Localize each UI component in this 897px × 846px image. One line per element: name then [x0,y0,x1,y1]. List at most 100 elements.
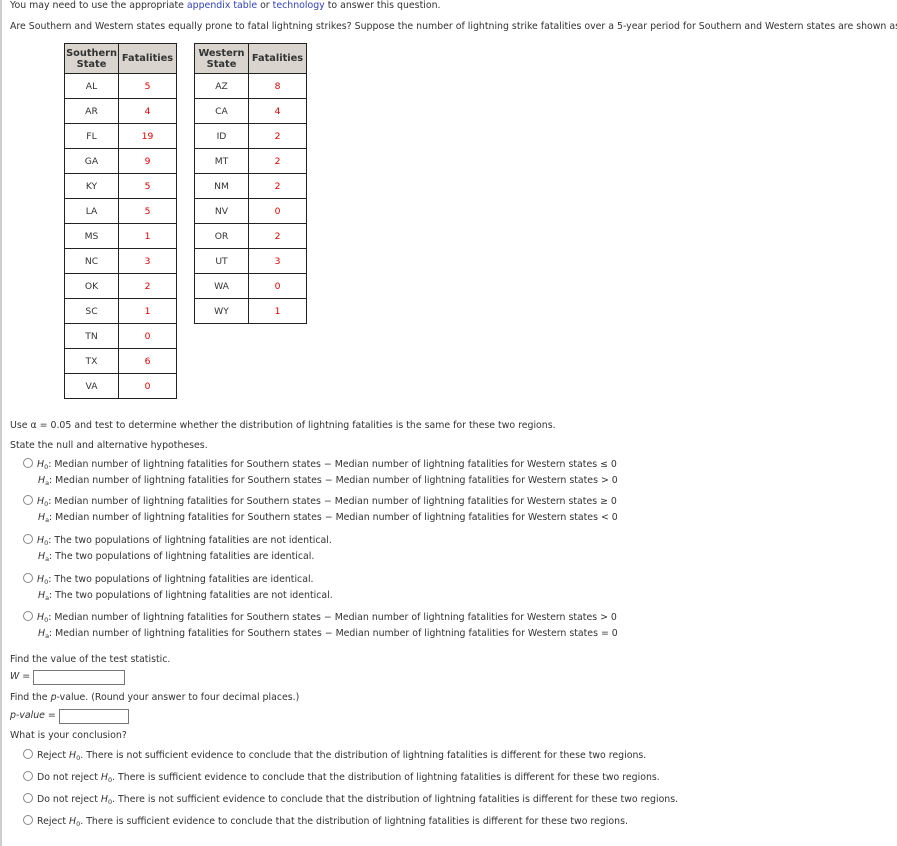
fatalities-cell: 8 [248,73,307,99]
ha-text: : Median number of lightning fatalities … [49,628,618,639]
conclusion-option[interactable]: Do not reject H0. There is sufficient ev… [23,771,660,784]
ha-text: : The two populations of lightning fatal… [49,551,315,562]
table-row: OR 2 [194,223,307,249]
conclusion-option[interactable]: Reject H0. There is not sufficient evide… [23,749,646,762]
fatalities-cell: 5 [118,73,177,99]
state-cell: MS [64,223,119,249]
state-cell: WA [194,273,249,299]
radio-button[interactable] [23,771,33,781]
fatalities-cell: 3 [248,248,307,274]
radio-button[interactable] [23,815,33,825]
western-table: Western State Fatalities AZ 8 CA 4 ID 2 MT 2 NM 2… [194,43,307,324]
header-fatalities: Fatalities [118,43,177,74]
fatalities-cell: 2 [248,123,307,149]
table-row: VA 0 [64,373,177,399]
state-cell: VA [64,373,119,399]
conclusion-action: Reject [37,816,70,827]
h0-symbol: H0 [69,816,81,828]
h0-symbol: H0 [100,794,113,806]
table-row: OK 2 [64,273,177,299]
fatalities-cell: 1 [118,223,177,249]
table-row: ID 2 [194,123,307,149]
pvalue-input[interactable] [58,709,129,724]
table-row: AL 5 [64,73,177,99]
radio-button[interactable] [23,534,33,544]
state-cell: UT [194,248,249,274]
state-cell: CA [194,98,249,124]
table-row: WA 0 [194,273,307,299]
question-text: Are Southern and Western states equally … [10,21,897,32]
table-row: GA 9 [64,148,177,174]
table-row: SC 1 [64,298,177,324]
test-stat-prompt: Find the value of the test statistic. [10,654,171,665]
h0-symbol: H0 [37,459,49,471]
conclusion-action: Do not reject [37,772,101,783]
fatalities-cell: 1 [118,298,177,324]
radio-button[interactable] [23,611,33,621]
h0-text: : Median number of lightning fatalities … [48,496,617,507]
test-stat-input[interactable] [33,670,126,685]
technology-link[interactable]: technology [273,0,325,11]
table-row: NM 2 [194,173,307,199]
h0-symbol: H0 [37,574,49,586]
pvalue-label: p-value = [10,710,56,721]
ha-symbol: Ha [38,512,50,524]
intro-suffix: to answer this question. [324,0,441,11]
fatalities-cell: 0 [248,198,307,224]
table-row: NC 3 [64,248,177,274]
table-row: AZ 8 [194,73,307,99]
table-row: NV 0 [194,198,307,224]
appendix-table-link[interactable]: appendix table [187,0,257,11]
radio-button[interactable] [23,749,33,759]
hypothesis-option[interactable]: H0: Median number of lightning fatalitie… [23,495,618,524]
state-cell: GA [64,148,119,174]
hypothesis-option[interactable]: H0: Median number of lightning fatalitie… [23,611,618,640]
state-cell: SC [64,298,119,324]
fatalities-cell: 1 [248,298,307,324]
radio-button[interactable] [23,793,33,803]
hypothesis-option[interactable]: H0: Median number of lightning fatalitie… [23,458,618,487]
fatalities-cell: 3 [118,248,177,274]
table-row: KY 5 [64,173,177,199]
state-cell: FL [64,123,119,149]
left-border [0,0,2,846]
radio-button[interactable] [23,573,33,583]
radio-button[interactable] [23,458,33,468]
hypothesis-option[interactable]: H0: The two populations of lightning fat… [23,534,332,563]
table-row: TX 6 [64,348,177,374]
conclusion-prompt: What is your conclusion? [10,730,127,741]
state-cell: TX [64,348,119,374]
radio-button[interactable] [23,495,33,505]
fatalities-cell: 0 [118,373,177,399]
ha-text: : Median number of lightning fatalities … [49,475,618,486]
fatalities-cell: 2 [248,173,307,199]
conclusion-action: Reject [37,750,70,761]
state-cell: MT [194,148,249,174]
table-row: AR 4 [64,98,177,124]
fatalities-cell: 0 [248,273,307,299]
table-row: MT 2 [194,148,307,174]
fatalities-cell: 4 [118,98,177,124]
state-cell: LA [64,198,119,224]
table-row: UT 3 [194,248,307,274]
h0-symbol: H0 [100,772,113,784]
h0-text: : The two populations of lightning fatal… [48,574,314,585]
ha-text: : The two populations of lightning fatal… [49,590,333,601]
ha-symbol: Ha [38,590,50,602]
state-cell: AL [64,73,119,99]
intro-prefix: You may need to use the appropriate [10,0,187,11]
pvalue-row: p-value = [10,709,129,724]
fatalities-cell: 4 [248,98,307,124]
conclusion-option[interactable]: Do not reject H0. There is not sufficien… [23,793,678,806]
state-cell: WY [194,298,249,324]
conclusion-action: Do not reject [37,794,101,805]
table-row: TN 0 [64,323,177,349]
conclusion-option[interactable]: Reject H0. There is sufficient evidence … [23,815,628,828]
hypothesis-option[interactable]: H0: The two populations of lightning fat… [23,573,333,602]
state-cell: KY [64,173,119,199]
table-row: WY 1 [194,298,307,324]
ha-symbol: Ha [38,551,50,563]
ha-symbol: Ha [38,628,50,640]
fatalities-cell: 5 [118,198,177,224]
fatalities-cell: 0 [118,323,177,349]
